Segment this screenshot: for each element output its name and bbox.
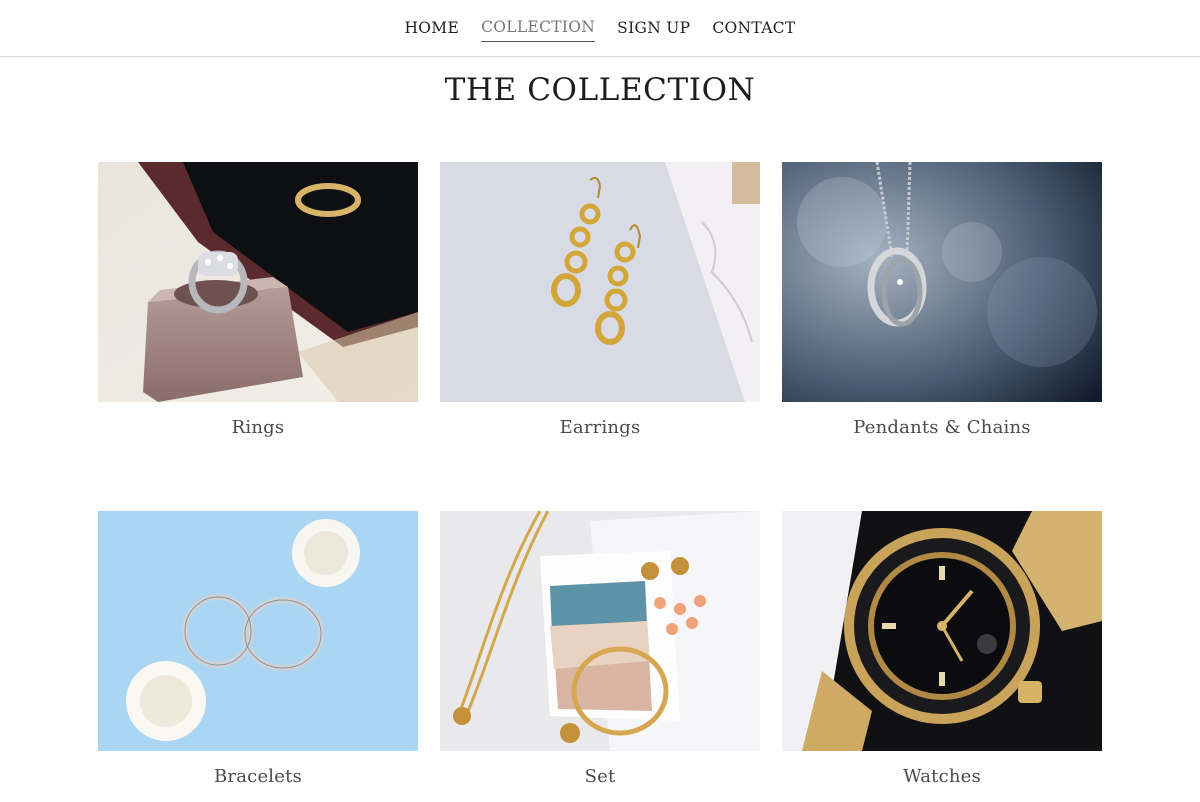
collection-label-earrings[interactable]: Earrings [440, 417, 760, 438]
bracelets-photo[interactable] [98, 511, 418, 751]
nav-signup-link[interactable]: SIGN UP [617, 15, 690, 42]
collection-label-pendants-chains[interactable]: Pendants & Chains [782, 417, 1102, 438]
collection-card-rings[interactable]: Rings [98, 162, 418, 438]
top-navigation: HOME COLLECTION SIGN UP CONTACT [0, 0, 1200, 57]
collection-card-set[interactable]: Set [440, 511, 760, 787]
watch-photo[interactable] [782, 511, 1102, 751]
nav-contact-link[interactable]: CONTACT [712, 15, 795, 42]
collection-label-watches[interactable]: Watches [782, 766, 1102, 787]
page-title: THE COLLECTION [444, 72, 756, 108]
collection-label-set[interactable]: Set [440, 766, 760, 787]
collection-card-bracelets[interactable]: Bracelets [98, 511, 418, 787]
pendant-photo[interactable] [782, 162, 1102, 402]
collection-card-earrings[interactable]: Earrings [440, 162, 760, 438]
nav-home-link[interactable]: HOME [404, 15, 459, 42]
nav-collection-link[interactable]: COLLECTION [481, 14, 596, 42]
collection-card-watches[interactable]: Watches [782, 511, 1102, 787]
jewelry-set-photo[interactable] [440, 511, 760, 751]
collection-card-pendants-chains[interactable]: Pendants & Chains [782, 162, 1102, 438]
ring-photo[interactable] [98, 162, 418, 402]
collection-label-rings[interactable]: Rings [98, 417, 418, 438]
earrings-photo[interactable] [440, 162, 760, 402]
collection-label-bracelets[interactable]: Bracelets [98, 766, 418, 787]
